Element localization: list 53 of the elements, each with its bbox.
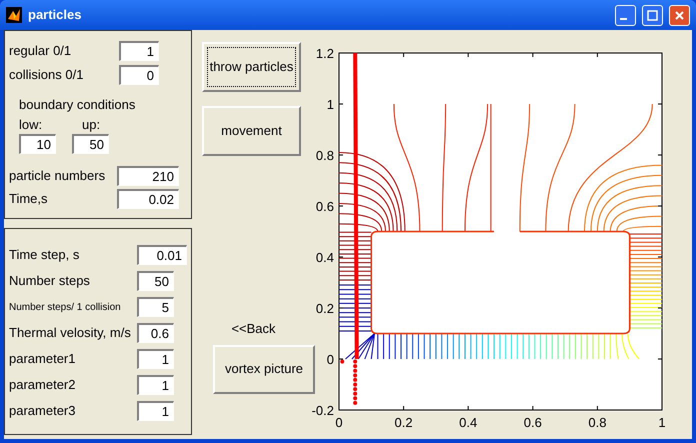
app-logo-icon	[6, 7, 22, 23]
field-label: particle numbers	[9, 166, 106, 185]
back-link[interactable]: <<Back	[231, 319, 276, 338]
input-field[interactable]: 10	[19, 134, 56, 154]
x-tick-label: 0.8	[588, 415, 606, 430]
input-field[interactable]: 50	[72, 134, 109, 154]
close-button[interactable]	[669, 4, 690, 26]
close-icon	[673, 8, 686, 22]
minimize-icon	[620, 18, 627, 20]
push-button[interactable]: movement	[202, 106, 301, 156]
input-field[interactable]: 0.01	[137, 245, 187, 265]
y-tick-label: -0.2	[312, 403, 334, 418]
push-button[interactable]: vortex picture	[213, 344, 315, 394]
input-field[interactable]: 1	[137, 349, 174, 369]
window-title: particles	[28, 6, 82, 24]
maximize-icon	[646, 8, 659, 22]
y-tick-label: 0	[326, 352, 334, 367]
maximize-button[interactable]	[642, 4, 663, 26]
input-field[interactable]: 0.6	[137, 323, 174, 343]
y-tick-label: 1.2	[316, 46, 334, 61]
input-field[interactable]: 50	[137, 271, 174, 291]
x-tick-label: 0.2	[394, 415, 413, 430]
field-label: low:	[19, 116, 44, 134]
input-field[interactable]: 0.02	[117, 188, 179, 208]
x-tick-label: 0.4	[459, 415, 478, 430]
field-label: parameter1	[9, 350, 76, 368]
y-tick-label: 0.8	[316, 148, 334, 163]
input-field[interactable]: 0	[119, 64, 159, 84]
x-tick-label: 0.6	[524, 415, 542, 430]
input-field[interactable]: 1	[137, 401, 174, 421]
field-label: regular 0/1	[9, 42, 72, 60]
section-label: boundary conditions	[19, 96, 136, 114]
field-label: Time step, s	[9, 246, 80, 264]
push-button[interactable]: throw particles	[202, 42, 301, 92]
input-field[interactable]: 5	[137, 297, 174, 317]
y-tick-label: 0.2	[316, 301, 334, 316]
x-tick-label: 0	[335, 415, 343, 430]
field-label: parameter3	[9, 402, 76, 420]
minimize-button[interactable]	[615, 4, 636, 26]
y-tick-label: 1	[326, 97, 334, 112]
field-label: up:	[82, 116, 102, 134]
y-tick-label: 0.4	[316, 250, 334, 265]
field-label: parameter2	[9, 376, 76, 394]
input-field[interactable]: 1	[137, 375, 174, 395]
field-label: Number steps/ 1 collision	[9, 300, 122, 314]
x-tick-label: 1	[658, 415, 666, 430]
field-label: Thermal velosity, m/s	[9, 324, 132, 342]
input-field[interactable]: 210	[117, 166, 179, 186]
y-tick-label: 0.6	[316, 199, 334, 214]
field-label: Number steps	[9, 272, 91, 290]
input-field[interactable]: 1	[119, 40, 159, 60]
field-label: Time,s	[9, 190, 49, 208]
field-label: collisions 0/1	[9, 66, 84, 84]
